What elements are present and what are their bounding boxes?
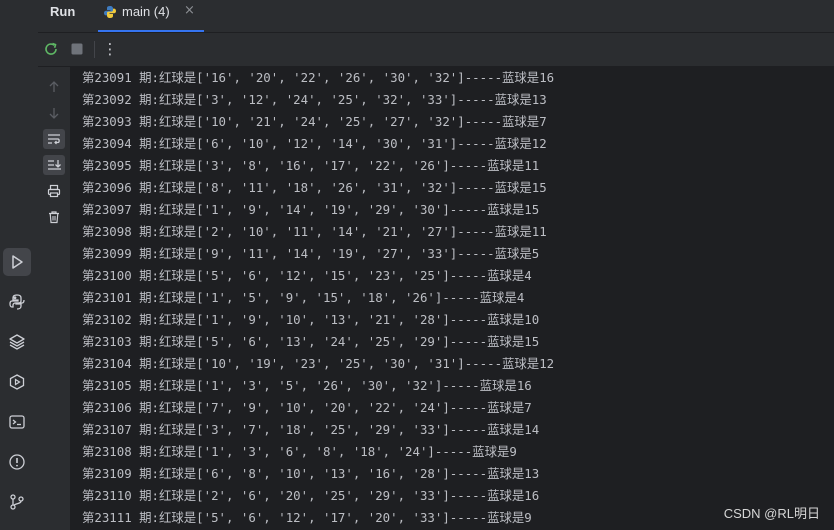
python-file-icon xyxy=(103,4,117,18)
console-line: 第23101 期:红球是['1', '5', '9', '15', '18', … xyxy=(82,290,525,305)
left-tool-strip xyxy=(0,0,39,530)
console-line: 第23105 期:红球是['1', '3', '5', '26', '30', … xyxy=(82,378,532,393)
console-line: 第23097 期:红球是['1', '9', '14', '19', '29',… xyxy=(82,202,540,217)
console-line: 第23093 期:红球是['10', '21', '24', '25', '27… xyxy=(82,114,547,129)
console-line: 第23099 期:红球是['9', '11', '14', '19', '27'… xyxy=(82,246,540,261)
console-line: 第23109 期:红球是['6', '8', '10', '13', '16',… xyxy=(82,466,540,481)
services-icon[interactable] xyxy=(3,368,31,396)
close-icon[interactable]: × xyxy=(184,3,195,18)
console-line: 第23098 期:红球是['2', '10', '11', '14', '21'… xyxy=(82,224,547,239)
run-toolbar: ⋮ xyxy=(38,33,834,67)
terminal-icon[interactable] xyxy=(3,408,31,436)
tab-main[interactable]: main (4) × xyxy=(98,0,204,32)
toolbar-divider xyxy=(94,41,95,58)
tab-label: main (4) xyxy=(122,4,170,19)
up-arrow-icon[interactable] xyxy=(43,77,65,97)
print-icon[interactable] xyxy=(43,181,65,201)
down-arrow-icon[interactable] xyxy=(43,103,65,123)
rerun-icon[interactable] xyxy=(41,39,61,59)
console-line: 第23095 期:红球是['3', '8', '16', '17', '22',… xyxy=(82,158,540,173)
console-line: 第23092 期:红球是['3', '12', '24', '25', '32'… xyxy=(82,92,547,107)
console-line: 第23106 期:红球是['7', '9', '10', '20', '22',… xyxy=(82,400,532,415)
console-line: 第23104 期:红球是['10', '19', '23', '25', '30… xyxy=(82,356,555,371)
console-line: 第23102 期:红球是['1', '9', '10', '13', '21',… xyxy=(82,312,540,327)
layers-icon[interactable] xyxy=(3,328,31,356)
tool-window-header: Run main (4) × xyxy=(38,0,834,33)
watermark: CSDN @RL明日 xyxy=(723,506,820,521)
more-icon[interactable]: ⋮ xyxy=(100,39,120,59)
console-line: 第23103 期:红球是['5', '6', '13', '24', '25',… xyxy=(82,334,540,349)
console-line: 第23096 期:红球是['8', '11', '18', '26', '31'… xyxy=(82,180,547,195)
git-icon[interactable] xyxy=(3,488,31,516)
console-line: 第23091 期:红球是['16', '20', '22', '26', '30… xyxy=(82,70,555,85)
tool-window-title: Run xyxy=(50,4,76,19)
console-line: 第23094 期:红球是['6', '10', '12', '14', '30'… xyxy=(82,136,547,151)
stop-icon[interactable] xyxy=(67,39,87,59)
python-console-icon[interactable] xyxy=(3,288,31,316)
trash-icon[interactable] xyxy=(43,207,65,227)
console-line: 第23107 期:红球是['3', '7', '18', '25', '29',… xyxy=(82,422,540,437)
problems-icon[interactable] xyxy=(3,448,31,476)
soft-wrap-icon[interactable] xyxy=(43,129,65,149)
console-output[interactable]: 第23091 期:红球是['16', '20', '22', '26', '30… xyxy=(70,67,834,530)
run-icon[interactable] xyxy=(3,248,31,276)
console-line: 第23111 期:红球是['5', '6', '12', '17', '20',… xyxy=(82,510,532,525)
console-line: 第23100 期:红球是['5', '6', '12', '15', '23',… xyxy=(82,268,532,283)
console-line: 第23108 期:红球是['1', '3', '6', '8', '18', '… xyxy=(82,444,517,459)
scroll-to-end-icon[interactable] xyxy=(43,155,65,175)
console-gutter xyxy=(38,67,70,530)
console-line: 第23110 期:红球是['2', '6', '20', '25', '29',… xyxy=(82,488,540,503)
run-tool-window: Run main (4) × ⋮ 第23091 期:红球是['16', '20'… xyxy=(0,0,834,530)
